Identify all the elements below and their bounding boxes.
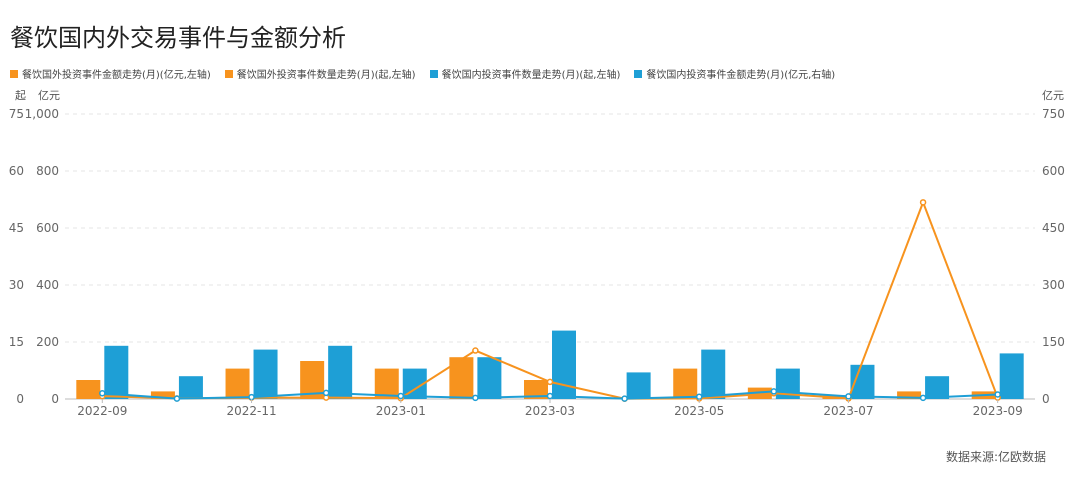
y-tick-label-count: 0 xyxy=(16,392,24,406)
bar-foreign-count xyxy=(673,368,698,399)
bar-foreign-count xyxy=(225,368,250,399)
y-tick-label-right: 600 xyxy=(1042,164,1065,178)
y-tick-label-amount: 1,000 xyxy=(25,107,59,121)
bar-domestic-count xyxy=(253,349,278,399)
y-tick-label-count: 75 xyxy=(9,107,24,121)
x-tick-label: 2022-09 xyxy=(77,404,127,418)
x-tick-label: 2022-11 xyxy=(226,404,276,418)
point-domestic-amount xyxy=(472,394,479,402)
bar-domestic-count xyxy=(477,357,502,399)
point-domestic-amount xyxy=(173,395,181,402)
point-domestic-amount xyxy=(248,393,255,401)
y-tick-label-amount: 200 xyxy=(36,335,59,349)
point-foreign-amount xyxy=(472,347,479,354)
point-domestic-amount xyxy=(845,393,852,400)
bar-domestic-count xyxy=(104,345,129,399)
y-tick-label-count: 30 xyxy=(9,278,24,292)
point-domestic-amount xyxy=(322,389,330,397)
y-tick-label-right: 750 xyxy=(1042,107,1065,121)
right-amount-unit: 亿元 xyxy=(1042,89,1064,102)
x-tick-label: 2023-05 xyxy=(674,404,724,418)
y-tick-label-amount: 0 xyxy=(51,392,59,406)
y-tick-label-right: 450 xyxy=(1042,221,1065,235)
bar-domestic-count xyxy=(552,330,576,399)
combo-chart: 起 亿元 亿元 75 1,000 750 60 800 600 45 600 450 30 400 3… xyxy=(9,89,1065,418)
point-foreign-amount xyxy=(919,199,927,206)
left-amount-unit: 亿元 xyxy=(38,89,60,102)
point-domestic-amount xyxy=(397,392,405,400)
point-domestic-amount xyxy=(546,392,554,400)
y-tick-label-count: 15 xyxy=(9,335,24,349)
y-tick-label-right: 300 xyxy=(1042,278,1065,292)
y-tick-label-amount: 600 xyxy=(36,221,59,235)
point-domestic-amount xyxy=(770,388,778,395)
bar-domestic-count xyxy=(999,353,1024,399)
data-source-note: 数据来源:亿欧数据 xyxy=(945,450,1046,464)
point-domestic-amount xyxy=(919,394,927,402)
point-domestic-amount xyxy=(621,395,628,402)
bar-domestic-count xyxy=(178,376,203,399)
y-tick-label-right: 0 xyxy=(1042,392,1050,406)
bar-foreign-count xyxy=(76,380,101,399)
x-tick-label: 2023-09 xyxy=(973,404,1023,418)
y-tick-label-count: 45 xyxy=(9,221,24,235)
point-domestic-amount xyxy=(994,391,1001,398)
bar-domestic-count xyxy=(328,345,353,399)
x-tick-label: 2023-07 xyxy=(823,404,873,418)
x-tick-label: 2023-01 xyxy=(376,404,426,418)
y-tick-label-amount: 400 xyxy=(36,278,59,292)
bar-domestic-count xyxy=(925,376,950,399)
left-count-unit: 起 xyxy=(15,89,26,102)
y-tick-label-right: 150 xyxy=(1042,335,1065,349)
y-tick-label-count: 60 xyxy=(9,164,24,178)
bar-foreign-count xyxy=(449,357,474,399)
y-tick-label-amount: 800 xyxy=(36,164,59,178)
point-domestic-amount xyxy=(695,393,703,400)
bar-domestic-count xyxy=(701,349,726,399)
bar-domestic-count xyxy=(626,372,651,399)
point-domestic-amount xyxy=(99,390,106,397)
x-tick-label: 2023-03 xyxy=(525,404,575,418)
point-foreign-amount xyxy=(546,378,554,386)
